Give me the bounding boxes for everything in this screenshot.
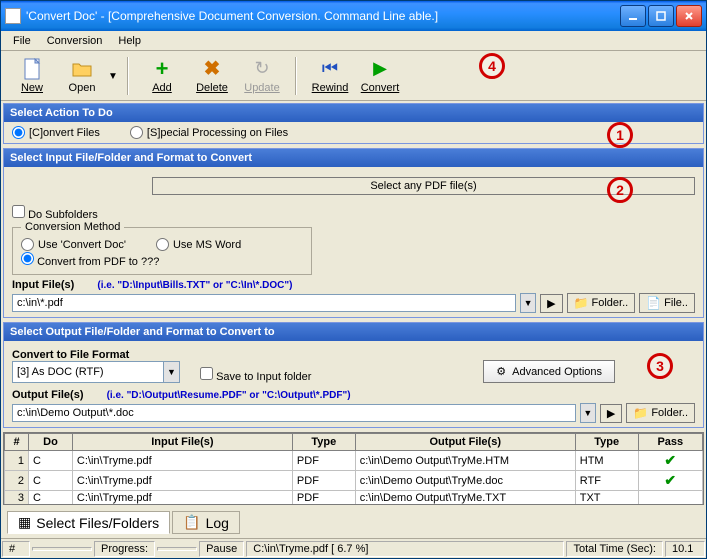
folder-open-icon: [71, 58, 93, 80]
marker-2: 2: [607, 177, 633, 203]
rewind-button[interactable]: ⏮ Rewind: [305, 58, 355, 94]
table-row[interactable]: 2CC:\in\Tryme.pdfPDFc:\in\Demo Output\Tr…: [5, 471, 703, 491]
tab-log[interactable]: 📋 Log: [172, 511, 240, 534]
delete-button[interactable]: ✖ Delete: [187, 58, 237, 94]
menu-help[interactable]: Help: [110, 33, 149, 49]
update-button[interactable]: ↻ Update: [237, 58, 287, 94]
checkbox-do-subfolders[interactable]: Do Subfolders: [12, 205, 695, 221]
radio-convert-files[interactable]: [C]onvert Files: [12, 126, 100, 139]
conversion-method-group: Conversion Method Use 'Convert Doc' Use …: [12, 221, 312, 275]
statusbar: # Progress: Pause C:\in\Tryme.pdf [ 6.7 …: [1, 538, 706, 558]
output-panel-header: Select Output File/Folder and Format to …: [4, 323, 703, 341]
conversion-grid[interactable]: # Do Input File(s) Type Output File(s) T…: [3, 432, 704, 505]
input-play-button[interactable]: ▶: [540, 294, 562, 313]
menu-file[interactable]: File: [5, 33, 39, 49]
log-icon: 📋: [183, 514, 200, 531]
app-icon: [5, 8, 21, 24]
checkbox-save-to-input-folder[interactable]: Save to Input folder: [200, 367, 311, 383]
marker-1: 1: [607, 122, 633, 148]
options-icon: ⚙: [496, 365, 506, 378]
plus-icon: +: [151, 58, 173, 80]
status-total-time: 10.1: [665, 541, 705, 557]
maximize-button[interactable]: [648, 5, 674, 27]
status-hash: #: [2, 541, 30, 557]
status-progress-label: Progress:: [94, 541, 155, 557]
window-title: 'Convert Doc' - [Comprehensive Document …: [26, 9, 620, 23]
refresh-icon: ↻: [251, 58, 273, 80]
new-document-icon: [21, 58, 43, 80]
input-file-button[interactable]: 📄File..: [639, 293, 695, 313]
add-button[interactable]: + Add: [137, 58, 187, 94]
col-type-in[interactable]: Type: [292, 434, 355, 451]
input-panel: Select Input File/Folder and Format to C…: [3, 148, 704, 318]
menubar: File Conversion Help: [1, 31, 706, 51]
convert-to-format-combo[interactable]: [13, 362, 163, 382]
input-files-field[interactable]: [12, 294, 516, 312]
marker-3: 3: [647, 353, 673, 379]
status-total-time-label: Total Time (Sec):: [566, 541, 663, 557]
col-output[interactable]: Output File(s): [355, 434, 575, 451]
marker-4: 4: [479, 53, 505, 79]
radio-use-ms-word[interactable]: Use MS Word: [156, 238, 241, 251]
col-num[interactable]: #: [5, 434, 29, 451]
status-current-file: C:\in\Tryme.pdf [ 6.7 %]: [246, 541, 564, 557]
col-input[interactable]: Input File(s): [72, 434, 292, 451]
col-pass[interactable]: Pass: [638, 434, 702, 451]
play-icon: ▶: [369, 58, 391, 80]
delete-x-icon: ✖: [201, 58, 223, 80]
minimize-button[interactable]: [620, 5, 646, 27]
open-button[interactable]: Open: [57, 58, 107, 94]
bottom-tabs: ▦ Select Files/Folders 📋 Log: [3, 509, 704, 536]
menu-conversion[interactable]: Conversion: [39, 33, 111, 49]
close-button[interactable]: [676, 5, 702, 27]
col-type-out[interactable]: Type: [575, 434, 638, 451]
col-do[interactable]: Do: [29, 434, 73, 451]
convert-button[interactable]: ▶ Convert: [355, 58, 405, 94]
output-files-field[interactable]: [12, 404, 576, 422]
convert-to-format-dropdown[interactable]: ▼: [163, 362, 179, 382]
action-panel: Select Action To Do [C]onvert Files [S]p…: [3, 103, 704, 144]
status-empty1: [32, 547, 92, 551]
table-row[interactable]: 3CC:\in\Tryme.pdfPDFc:\in\Demo Output\Tr…: [5, 491, 703, 506]
table-row[interactable]: 1CC:\in\Tryme.pdfPDFc:\in\Demo Output\Tr…: [5, 451, 703, 471]
output-files-dropdown[interactable]: ▼: [580, 403, 596, 423]
radio-use-convert-doc[interactable]: Use 'Convert Doc': [21, 238, 126, 251]
folder-icon: 📁: [574, 296, 589, 310]
grid-icon: ▦: [18, 514, 31, 531]
folder-icon: 📁: [633, 406, 648, 420]
toolbar: New Open ▼ + Add ✖ Delete ↻ Update ⏮ Rew…: [1, 51, 706, 101]
radio-special-processing[interactable]: [S]pecial Processing on Files: [130, 126, 288, 139]
input-folder-button[interactable]: 📁Folder..: [567, 293, 636, 313]
input-files-dropdown[interactable]: ▼: [520, 293, 536, 313]
tab-select-files[interactable]: ▦ Select Files/Folders: [7, 511, 170, 534]
titlebar: 'Convert Doc' - [Comprehensive Document …: [1, 1, 706, 31]
status-progress-bar: [157, 547, 197, 551]
action-panel-header: Select Action To Do: [4, 104, 703, 122]
input-panel-header: Select Input File/Folder and Format to C…: [4, 149, 703, 167]
radio-convert-from-pdf[interactable]: Convert from PDF to ???: [21, 256, 159, 268]
output-folder-button[interactable]: 📁Folder..: [626, 403, 695, 423]
status-pause[interactable]: Pause: [199, 541, 244, 557]
new-button[interactable]: New: [7, 58, 57, 94]
advanced-options-button[interactable]: ⚙ Advanced Options: [483, 360, 615, 383]
output-panel: Select Output File/Folder and Format to …: [3, 322, 704, 428]
output-play-button[interactable]: ▶: [600, 404, 622, 423]
file-icon: 📄: [646, 296, 661, 310]
rewind-icon: ⏮: [319, 58, 341, 80]
open-dropdown[interactable]: ▼: [107, 69, 119, 82]
